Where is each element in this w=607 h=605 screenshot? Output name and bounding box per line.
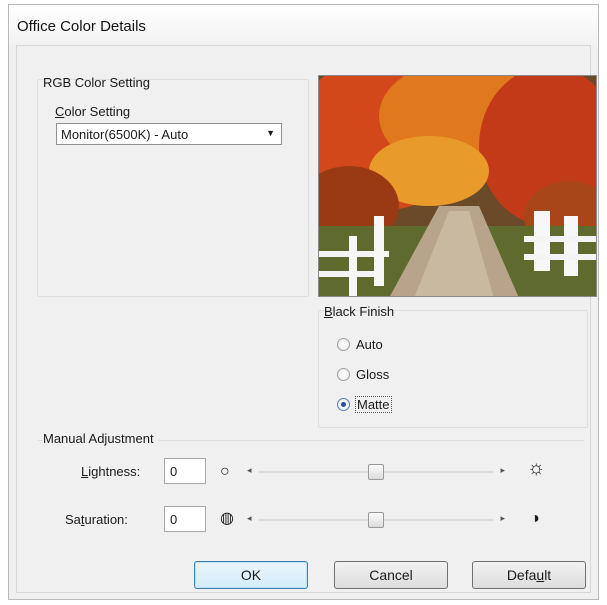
radio-matte[interactable]: Matte xyxy=(337,396,392,413)
cancel-button[interactable]: Cancel xyxy=(334,561,448,589)
dialog-window: Office Color Details RGB Color Setting C… xyxy=(8,4,599,600)
slider-left-arrow-icon[interactable]: ◂ xyxy=(247,465,252,476)
saturation-value: 0 xyxy=(170,512,178,527)
preview-image xyxy=(318,75,597,297)
default-button[interactable]: Defa u lt xyxy=(472,561,586,589)
color-setting-label-rest: olor Setting xyxy=(64,104,131,119)
saturation-label: Saturation: xyxy=(65,512,128,527)
dialog-client-area: RGB Color Setting Color Setting Black Fi… xyxy=(16,45,597,593)
lightness-label: Lightness: xyxy=(81,464,140,479)
black-finish-title: Black Finish xyxy=(324,304,394,319)
saturation-input[interactable]: 0 xyxy=(164,506,206,532)
saturation-label-rest: uration: xyxy=(84,512,128,527)
radio-matte-circle[interactable] xyxy=(337,398,350,411)
lightness-input[interactable]: 0 xyxy=(164,458,206,484)
slider-right-arrow-icon[interactable]: ▸ xyxy=(500,465,505,476)
radio-gloss-label: Gloss xyxy=(356,367,390,382)
window-title: Office Color Details xyxy=(17,18,146,35)
black-finish-title-rest: lack Finish xyxy=(332,304,395,319)
color-setting-label: Color Setting xyxy=(55,104,130,119)
radio-auto-circle[interactable] xyxy=(337,338,350,351)
radio-gloss[interactable]: Gloss xyxy=(337,367,389,382)
autumn-road-photo xyxy=(319,76,596,296)
half-circle-icon: ◑ xyxy=(530,510,540,527)
lightness-label-rest: ightness: xyxy=(88,464,141,479)
radio-gloss-circle[interactable] xyxy=(337,368,350,381)
radio-auto-label: Auto xyxy=(356,337,383,352)
default-button-label-rest: lt xyxy=(544,567,552,583)
slider-left-arrow-icon[interactable]: ◂ xyxy=(247,513,252,524)
default-button-label-pre: Defa xyxy=(506,567,537,583)
chevron-down-icon[interactable]: ▼ xyxy=(266,128,275,138)
rgb-color-setting-title: RGB Color Setting xyxy=(43,75,150,90)
color-setting-dropdown[interactable]: Monitor(6500K) - Auto ▼ xyxy=(56,123,282,145)
slider-right-arrow-icon[interactable]: ▸ xyxy=(500,513,505,524)
color-setting-mnemonic: C xyxy=(55,104,65,119)
saturation-slider-thumb[interactable] xyxy=(368,512,384,528)
ok-button[interactable]: OK xyxy=(194,561,308,589)
black-finish-mnemonic: B xyxy=(324,304,333,319)
circle-outline-icon: ○ xyxy=(220,463,230,480)
lightness-slider[interactable]: ◂ ▸ xyxy=(247,464,505,480)
saturation-slider[interactable]: ◂ ▸ xyxy=(247,512,505,528)
gray-circle-icon: ◍ xyxy=(220,510,234,527)
radio-auto[interactable]: Auto xyxy=(337,337,383,352)
manual-adjustment-title: Manual Adjustment xyxy=(43,431,158,446)
radio-matte-label: Matte xyxy=(355,396,392,413)
sun-icon: ☼ xyxy=(527,457,546,479)
lightness-slider-thumb[interactable] xyxy=(368,464,384,480)
title-bar: Office Color Details xyxy=(9,5,598,45)
saturation-label-pre: Sa xyxy=(65,512,81,527)
color-setting-value: Monitor(6500K) - Auto xyxy=(61,127,189,142)
default-button-mnemonic: u xyxy=(536,567,545,583)
lightness-value: 0 xyxy=(170,464,178,479)
